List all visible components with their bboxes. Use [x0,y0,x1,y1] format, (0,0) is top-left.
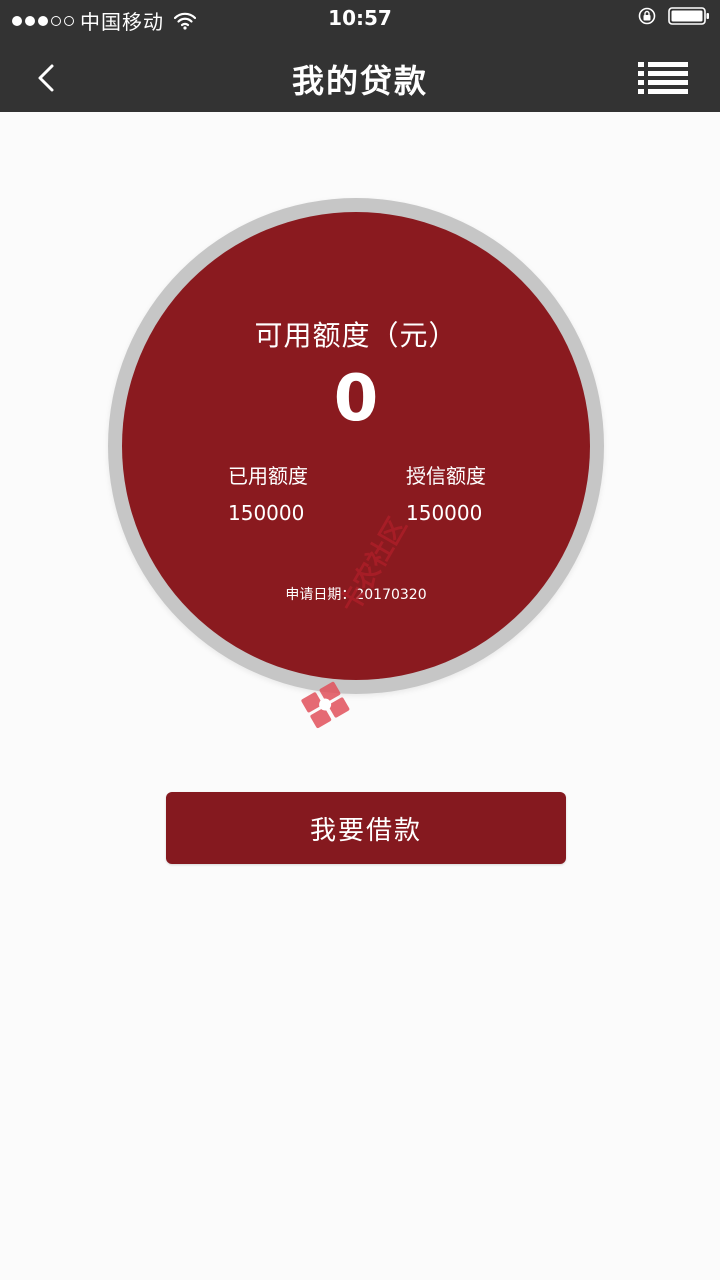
borrow-button[interactable]: 我要借款 [166,792,566,864]
battery-icon [668,7,709,25]
used-limit-value: 150000 [228,501,305,525]
used-limit-label: 已用额度 [228,464,308,488]
used-limit-block: 已用额度 150000 [228,460,308,525]
apply-date: 申请日期：20170320 [285,587,427,603]
page-title: 我的贷款 [291,62,428,100]
navigation-bar: 我的贷款 [0,38,720,112]
status-bar: 中国移动 10:57 [0,0,720,38]
available-limit-value: 0 [333,362,379,436]
rotation-lock-icon [638,7,656,25]
credit-ring: 可用额度（元） 0 已用额度 150000 授信额度 150000 申请日期：2… [108,198,604,694]
credit-limit-label: 授信额度 [406,464,486,488]
status-right [638,6,710,26]
top-bar: 中国移动 10:57 我的贷款 [0,0,720,112]
credit-circle: 可用额度（元） 0 已用额度 150000 授信额度 150000 申请日期：2… [122,212,590,680]
available-limit-label: 可用额度（元） [254,319,458,352]
credit-limit-value: 150000 [406,501,483,525]
list-menu-icon[interactable] [638,60,690,96]
loan-screen: 中国移动 10:57 我的贷款 可用额度（元） 0 已用额度 150000 授信… [0,0,720,1280]
credit-limit-block: 授信额度 150000 [406,460,486,525]
status-time: 10:57 [328,6,392,30]
